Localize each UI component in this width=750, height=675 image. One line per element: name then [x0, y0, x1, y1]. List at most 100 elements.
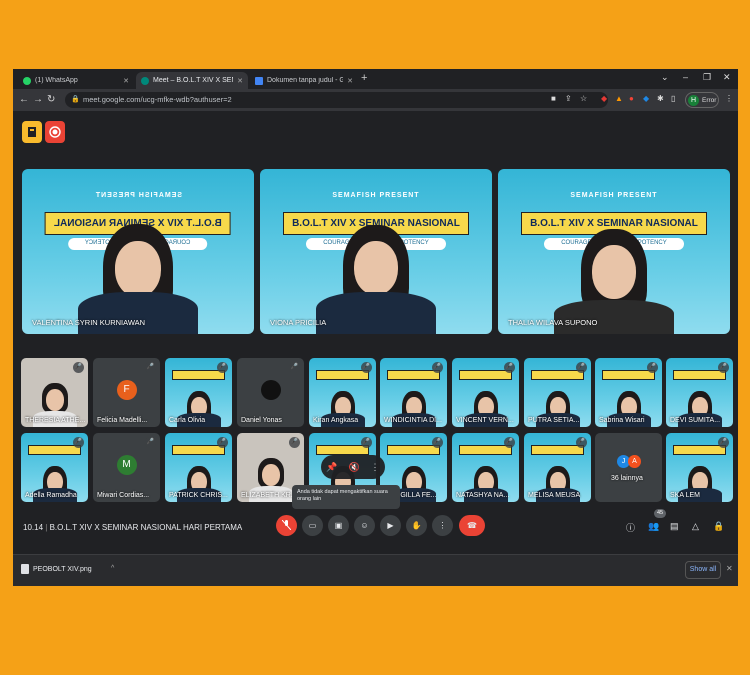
close-icon[interactable]: ✕: [726, 564, 733, 573]
participant-tile[interactable]: 🎤 WINDICINTIA DI...: [380, 358, 447, 427]
tab-docs[interactable]: Dokumen tanpa judul - Goog ✕: [250, 72, 358, 89]
camera-button[interactable]: ▭: [302, 515, 323, 536]
speaker-tile[interactable]: SEMAFISH PRESENT B.O.L.T XIV X SEMINAR N…: [22, 169, 254, 334]
muted-icon: 🎤: [504, 362, 515, 373]
tab-whatsapp[interactable]: (1) WhatsApp ✕: [18, 72, 134, 89]
forward-icon[interactable]: →: [33, 94, 43, 105]
speaker-tile[interactable]: SEMAFISH PRESENT B.O.L.T XIV X SEMINAR N…: [260, 169, 492, 334]
bookmark-star-icon[interactable]: ☆: [580, 94, 587, 103]
pin-icon[interactable]: 📌: [326, 462, 337, 473]
participant-tile[interactable]: 🎤 Daniel Yonas: [237, 358, 304, 427]
participant-tile[interactable]: 🎤 NATASHYA NA...: [452, 433, 519, 502]
participant-name: Sabrina Wisari: [599, 417, 645, 424]
reload-icon[interactable]: ↻: [47, 94, 55, 105]
puzzle-icon[interactable]: ✱: [657, 94, 664, 103]
tab-search-icon[interactable]: ⌄: [661, 72, 669, 83]
emoji-button[interactable]: ☺: [354, 515, 375, 536]
extension-icon[interactable]: ●: [629, 94, 634, 103]
participant-video: [554, 219, 674, 334]
participant-tile[interactable]: J A 36 lainnya: [595, 433, 662, 502]
new-tab-button[interactable]: +: [361, 72, 367, 84]
activity-icon[interactable]: [22, 121, 42, 143]
mute-icon[interactable]: 🔇: [348, 462, 359, 473]
end-call-button[interactable]: ☎: [459, 515, 485, 536]
minimize-button[interactable]: –: [683, 72, 688, 82]
people-icon[interactable]: 👥: [648, 521, 659, 532]
close-window-button[interactable]: ✕: [723, 72, 731, 83]
download-item[interactable]: PEOBOLT XIV.png: [21, 564, 92, 574]
extension-icon[interactable]: ◆: [601, 94, 607, 103]
back-icon[interactable]: ←: [19, 94, 29, 105]
participant-tile[interactable]: 🎤 Sabrina Wisari: [595, 358, 662, 427]
participant-name: Kiran Angkasa: [313, 417, 359, 424]
info-icon[interactable]: ⓘ: [626, 521, 635, 534]
participant-tile[interactable]: 🎤 MELISA MEUSA: [524, 433, 591, 502]
muted-icon: 🎤: [289, 437, 300, 448]
participant-tile[interactable]: 🎤 DEVI SUMITA...: [666, 358, 733, 427]
browser-window: (1) WhatsApp ✕ Meet – B.O.L.T XIV X SEMI…: [13, 69, 738, 586]
participant-tile[interactable]: 🎤 Carla Olivia: [165, 358, 232, 427]
participant-tile[interactable]: M 🎤 Miwari Cordias...: [93, 433, 160, 502]
banner-presenter: SEMAFISH PRESENT: [570, 192, 658, 200]
avatar: [260, 380, 281, 400]
host-controls-icon[interactable]: 🔒: [713, 521, 724, 532]
recording-icon[interactable]: [45, 121, 65, 143]
profile-button[interactable]: H Error: [685, 92, 719, 108]
participant-tile[interactable]: 🎤 THERESIA ATHE...: [21, 358, 88, 427]
muted-icon: 🎤: [432, 362, 443, 373]
chat-icon[interactable]: ▤: [670, 521, 679, 532]
muted-icon: 🎤: [718, 437, 729, 448]
maximize-button[interactable]: ❐: [703, 72, 711, 83]
meet-icon: [141, 76, 149, 85]
captions-button[interactable]: ▣: [328, 515, 349, 536]
muted-icon: 🎤: [73, 362, 84, 373]
address-bar[interactable]: 🔒 meet.google.com/ucg-mfke-wdb?authuser=…: [65, 92, 608, 108]
participant-name: 36 lainnya: [611, 475, 643, 482]
tooltip: Anda tidak dapat mengaktifkan suara oran…: [292, 485, 400, 509]
participant-name: Miwari Cordias...: [97, 492, 150, 499]
participant-name: VALENTINA SYRIN KURNIAWAN: [32, 318, 146, 327]
more-options-button[interactable]: ⋮: [432, 515, 453, 536]
more-options-icon[interactable]: ⋮: [371, 462, 380, 473]
close-icon[interactable]: ✕: [123, 77, 129, 85]
share-icon[interactable]: ⇪: [565, 94, 572, 103]
participant-name: PUTRA SETIA...: [528, 417, 580, 424]
meeting-info: 10.14 | B.O.L.T XIV X SEMINAR NASIONAL H…: [23, 523, 243, 532]
participant-tile[interactable]: F 🎤 Felicia Madelli...: [93, 358, 160, 427]
present-button[interactable]: ▶: [380, 515, 401, 536]
url-text: meet.google.com/ucg-mfke-wdb?authuser=2: [83, 95, 232, 104]
participant-name: VINCENT VERN...: [456, 417, 514, 424]
participant-tile[interactable]: 🎤 PUTRA SETIA...: [524, 358, 591, 427]
menu-icon[interactable]: ⋮: [725, 94, 733, 103]
muted-icon: 🎤: [289, 362, 300, 373]
muted-icon: 🎤: [145, 437, 156, 448]
tab-label: (1) WhatsApp: [35, 77, 78, 84]
raise-hand-button[interactable]: ✋: [406, 515, 427, 536]
participant-tile[interactable]: 🎤 Adella Ramadha: [21, 433, 88, 502]
activities-icon[interactable]: △: [692, 521, 699, 532]
chevron-up-icon[interactable]: ^: [111, 565, 114, 572]
participant-tile[interactable]: 🎤 VINCENT VERN...: [452, 358, 519, 427]
participant-name: THERESIA ATHE...: [25, 417, 86, 424]
participant-tile[interactable]: 🎤 SKA LEM: [666, 433, 733, 502]
muted-icon: 🎤: [361, 437, 372, 448]
show-all-button[interactable]: Show all: [685, 561, 721, 579]
speaker-tile[interactable]: SEMAFISH PRESENT B.O.L.T XIV X SEMINAR N…: [498, 169, 730, 334]
close-icon[interactable]: ✕: [237, 77, 243, 85]
participant-tile[interactable]: 🎤 Kiran Angkasa: [309, 358, 376, 427]
tab-meet[interactable]: Meet – B.O.L.T XIV X SEMIN ✕: [136, 72, 248, 89]
extension-icon[interactable]: ▲: [615, 94, 623, 103]
tab-label: Dokumen tanpa judul - Goog: [267, 77, 344, 84]
sidebar-icon[interactable]: ▯: [671, 94, 675, 103]
participant-name: PATRICK CHRIS...: [169, 492, 228, 499]
muted-icon: 🎤: [217, 362, 228, 373]
camera-icon[interactable]: ■: [551, 94, 556, 103]
download-shelf: PEOBOLT XIV.png ^ Show all ✕: [13, 554, 738, 586]
participant-name: NATASHYA NA...: [456, 492, 510, 499]
extension-icon[interactable]: ◆: [643, 94, 649, 103]
muted-icon: 🎤: [217, 437, 228, 448]
close-icon[interactable]: ✕: [347, 77, 353, 85]
microphone-button[interactable]: [276, 515, 297, 536]
muted-icon: 🎤: [504, 437, 515, 448]
participant-tile[interactable]: 🎤 PATRICK CHRIS...: [165, 433, 232, 502]
